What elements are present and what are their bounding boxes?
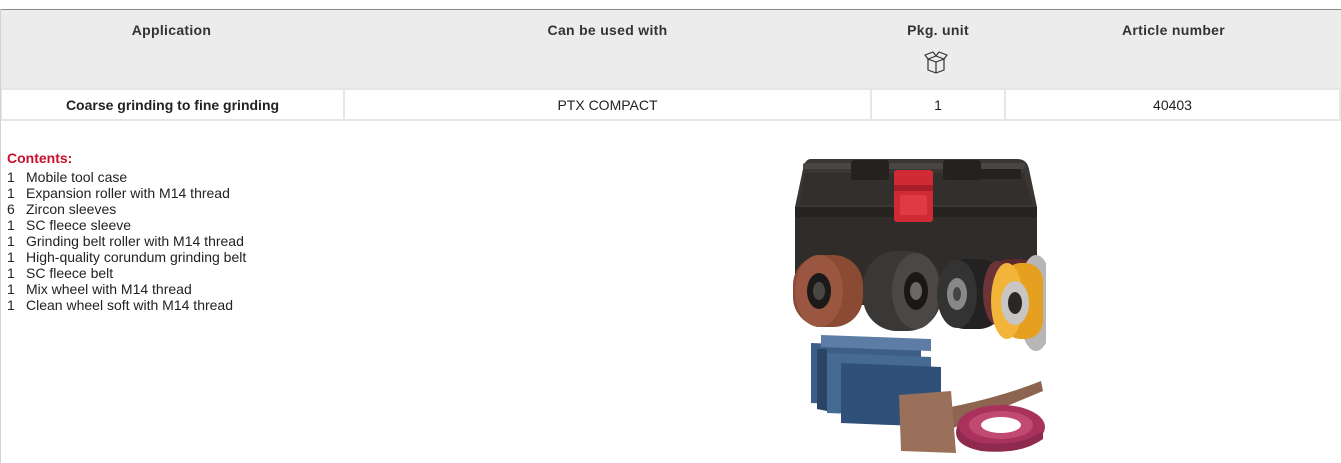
cell-can-be-used-with: PTX COMPACT [345, 90, 870, 119]
list-item: 1 SC fleece sleeve [7, 217, 246, 233]
list-item: 1 Mobile tool case [7, 169, 246, 185]
list-item: 1 Clean wheel soft with M14 thread [7, 297, 246, 313]
item-name: Zircon sleeves [26, 201, 117, 217]
header-pkg-unit: Pkg. unit [907, 22, 969, 38]
item-quantity: 1 [7, 217, 15, 233]
orange-roller [991, 255, 1046, 351]
product-spec-page: Application Can be used with Pkg. unit A… [0, 0, 1341, 463]
header-article-number: Article number [1122, 22, 1225, 38]
item-name: Clean wheel soft with M14 thread [26, 297, 233, 313]
list-item: 1 SC fleece belt [7, 265, 246, 281]
item-quantity: 1 [7, 249, 15, 265]
item-quantity: 1 [7, 297, 15, 313]
list-item: 1 High-quality corundum grinding belt [7, 249, 246, 265]
fleece-belt [956, 405, 1045, 452]
flap-wheel [793, 255, 863, 327]
item-name: Mix wheel with M14 thread [26, 281, 192, 297]
item-quantity: 1 [7, 265, 15, 281]
cell-application: Coarse grinding to fine grinding [2, 90, 343, 119]
item-name: Grinding belt roller with M14 thread [26, 233, 244, 249]
header-application: Application [131, 22, 212, 38]
item-name: Mobile tool case [26, 169, 128, 185]
list-item: 1 Mix wheel with M14 thread [7, 281, 246, 297]
case-clip [894, 170, 933, 222]
open-box-icon [924, 51, 948, 74]
cell-article-number: 40403 [1006, 90, 1339, 119]
item-name: SC fleece sleeve [26, 217, 132, 233]
item-quantity: 1 [7, 281, 15, 297]
list-item: 1 Expansion roller with M14 thread [7, 185, 246, 201]
item-name: Expansion roller with M14 thread [26, 185, 230, 201]
list-item: 6 Zircon sleeves [7, 201, 246, 217]
list-item: 1 Grinding belt roller with M14 thread [7, 233, 246, 249]
item-quantity: 1 [7, 185, 15, 201]
header-can-be-used-with: Can be used with [547, 22, 668, 38]
item-name: High-quality corundum grinding belt [26, 249, 247, 265]
contents-heading: Contents: [7, 150, 73, 166]
item-quantity: 6 [7, 201, 15, 217]
cell-pkg-unit: 1 [872, 90, 1004, 119]
item-quantity: 1 [7, 233, 15, 249]
contents-list: 1 Mobile tool case 1 Expansion roller with… [7, 169, 246, 313]
product-image [793, 159, 1046, 453]
item-quantity: 1 [7, 169, 15, 185]
wire-roller [863, 251, 941, 331]
item-name: SC fleece belt [26, 265, 114, 281]
